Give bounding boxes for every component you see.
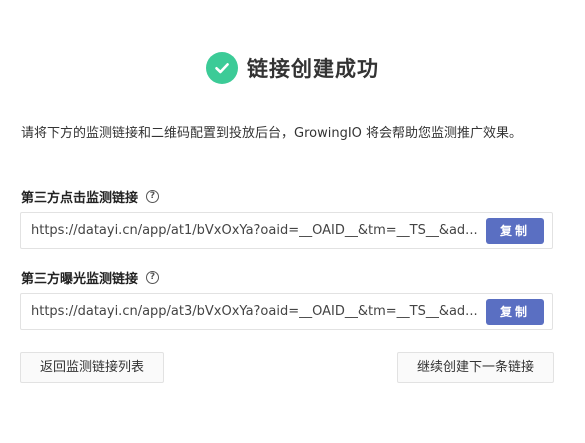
page-title: 链接创建成功 bbox=[247, 57, 379, 81]
impression-link-label: 第三方曝光监测链接 ? bbox=[21, 268, 160, 287]
copy-click-link-button[interactable]: 复制 bbox=[486, 218, 544, 244]
help-icon[interactable]: ? bbox=[146, 271, 160, 284]
success-header: 链接创建成功 bbox=[0, 50, 585, 86]
help-icon[interactable]: ? bbox=[146, 190, 160, 203]
create-next-link-button[interactable]: 继续创建下一条链接 bbox=[397, 352, 554, 383]
copy-impression-link-button[interactable]: 复制 bbox=[486, 299, 544, 325]
click-link-label: 第三方点击监测链接 ? bbox=[21, 187, 160, 206]
click-link-url[interactable]: https://datayi.cn/app/at1/bVxOxYa?oaid=_… bbox=[31, 213, 478, 248]
impression-link-url[interactable]: https://datayi.cn/app/at3/bVxOxYa?oaid=_… bbox=[31, 294, 478, 329]
check-circle-icon bbox=[206, 52, 238, 84]
description-text: 请将下方的监测链接和二维码配置到投放后台，GrowingIO 将会帮助您监测推广… bbox=[21, 126, 523, 141]
click-link-field: https://datayi.cn/app/at1/bVxOxYa?oaid=_… bbox=[20, 212, 553, 249]
click-link-label-text: 第三方点击监测链接 bbox=[21, 191, 139, 206]
back-to-list-button[interactable]: 返回监测链接列表 bbox=[20, 352, 164, 383]
impression-link-label-text: 第三方曝光监测链接 bbox=[21, 272, 139, 287]
impression-link-field: https://datayi.cn/app/at3/bVxOxYa?oaid=_… bbox=[20, 293, 553, 330]
